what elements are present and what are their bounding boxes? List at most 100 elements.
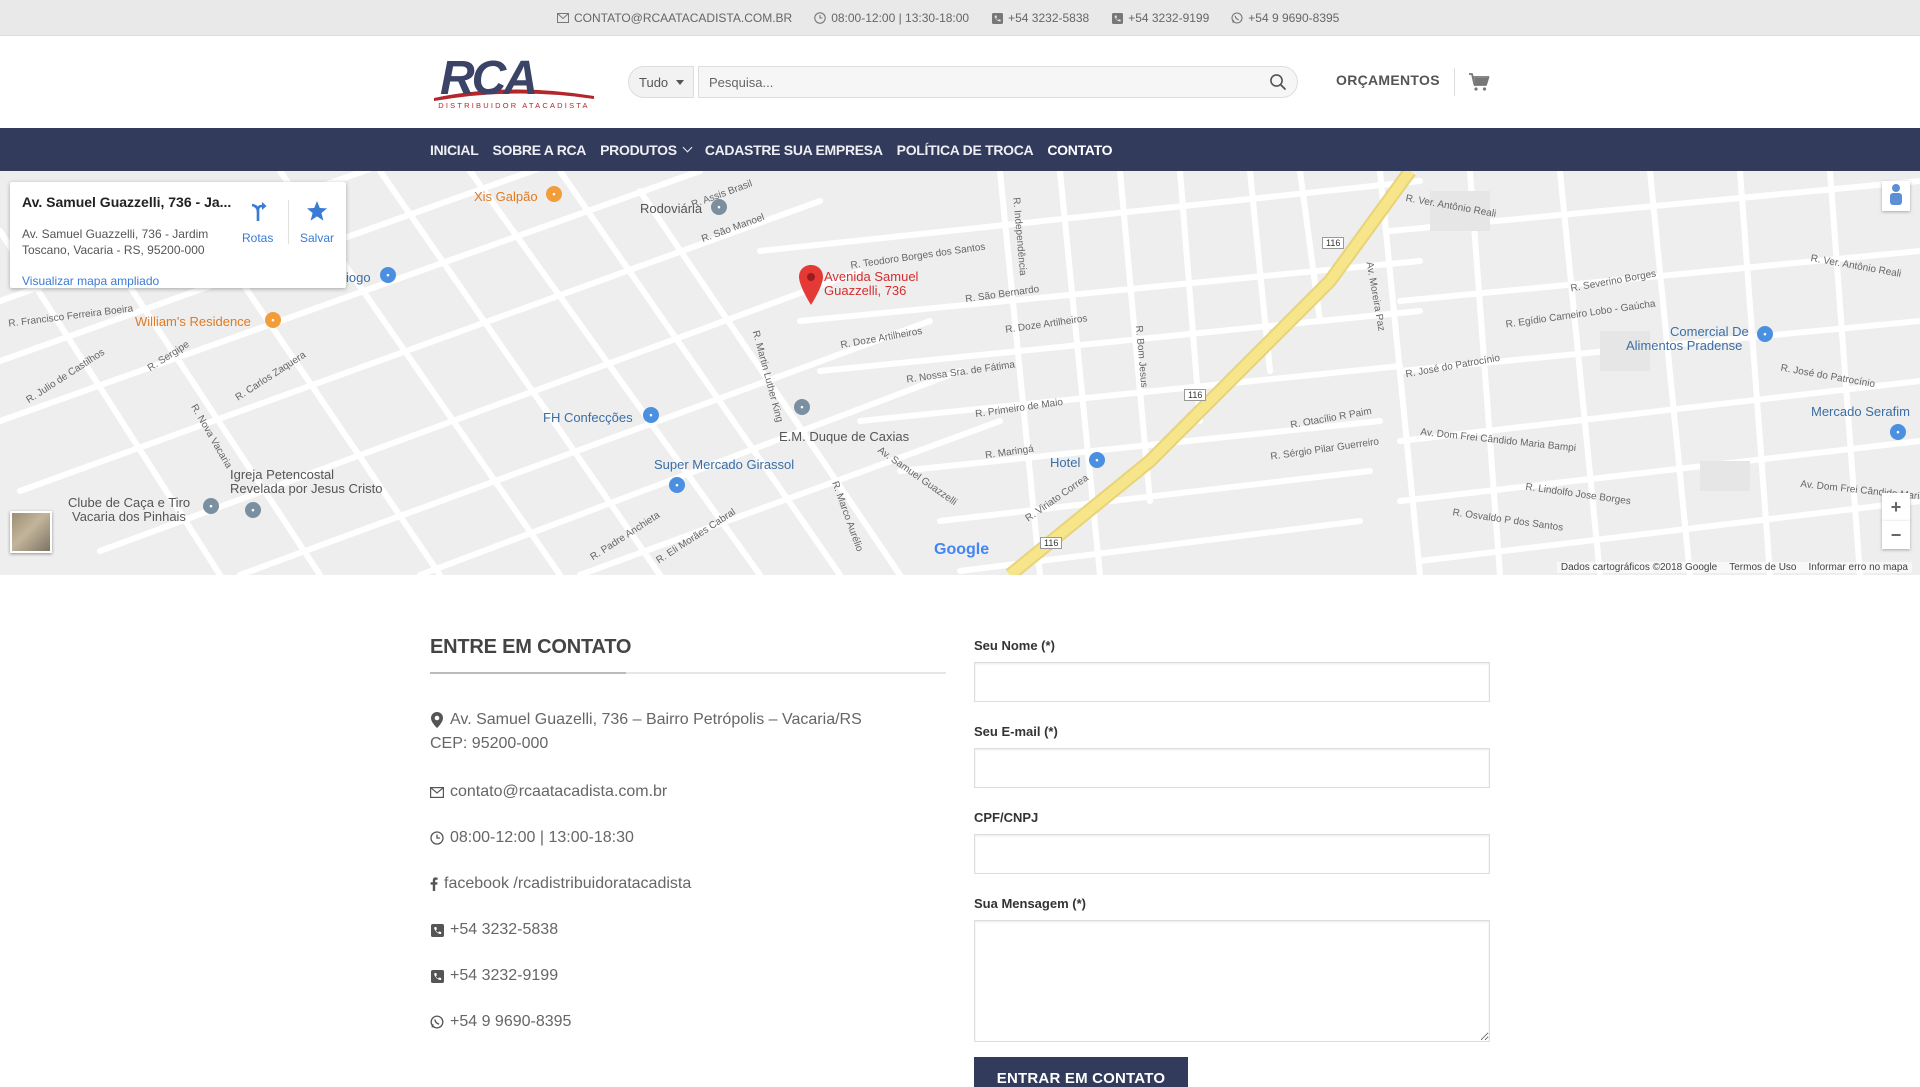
contact-phone-2[interactable]: +54 3232-9199: [430, 964, 558, 988]
contact-phone-1[interactable]: +54 3232-5838: [430, 918, 558, 942]
shop-icon: •: [643, 407, 659, 423]
hotel-icon: •: [1089, 452, 1105, 468]
poi-comercial-2[interactable]: Alimentos Pradense: [1626, 338, 1742, 353]
map-card-address: Av. Samuel Guazzelli, 736 - Jardim Tosca…: [22, 227, 209, 257]
poi-comercial-1[interactable]: Comercial De: [1670, 324, 1749, 339]
top-hours-text: 08:00-12:00 | 13:30-18:00: [831, 11, 970, 25]
poi-rodoviaria[interactable]: Rodoviária: [640, 201, 702, 216]
email-field[interactable]: [974, 748, 1490, 788]
top-whatsapp-text: +54 9 9690-8395: [1248, 11, 1340, 25]
message-label: Sua Mensagem (*): [974, 896, 1086, 911]
bus-icon: •: [711, 199, 727, 215]
poi-williams-residence[interactable]: William's Residence: [135, 314, 251, 329]
google-logo-text: Google: [934, 541, 990, 558]
shop-icon: •: [380, 267, 396, 283]
envelope-icon: [557, 12, 569, 24]
save-label: Salvar: [300, 231, 335, 245]
poi-xis-galpao[interactable]: Xis Galpão: [474, 189, 538, 204]
nav-item-produtos[interactable]: PRODUTOS: [600, 141, 693, 158]
nav-item-label: PRODUTOS: [600, 141, 677, 158]
phone-icon: [991, 12, 1003, 24]
contact-phone-1-text: +54 3232-5838: [450, 921, 559, 938]
contact-email[interactable]: contato@rcaatacadista.com.br: [430, 780, 667, 804]
pegman-icon: [1887, 183, 1905, 210]
top-bar: CONTATO@RCAATACADISTA.COM.BR 08:00-12:00…: [0, 0, 1920, 36]
contact-divider-accent: [430, 672, 626, 674]
search-icon[interactable]: [1269, 73, 1287, 91]
quotes-link[interactable]: ORÇAMENTOS: [1336, 72, 1440, 88]
address-line-2: CEP: 95200-000: [430, 735, 549, 752]
map-report-link[interactable]: Informar erro no mapa: [1809, 562, 1909, 573]
pin-label-1: Avenida Samuel: [824, 269, 919, 284]
enlarge-map-link[interactable]: Visualizar mapa ampliado: [22, 274, 159, 288]
poi-igreja-1[interactable]: Igreja Petencostal: [230, 467, 334, 482]
poi-igreja-2[interactable]: Revelada por Jesus Cristo: [230, 481, 382, 496]
cpf-cnpj-field[interactable]: [974, 834, 1490, 874]
poi-clube-2[interactable]: Vacaria dos Pinhais: [72, 509, 186, 524]
contact-hours: 08:00-12:00 | 13:00-18:30: [430, 826, 634, 850]
location-pin-icon[interactable]: [799, 265, 823, 310]
directions-button[interactable]: Rotas: [242, 200, 273, 245]
google-logo[interactable]: Google: [934, 541, 989, 559]
rca-logo[interactable]: RCA DISTRIBUIDOR ATACADISTA: [430, 52, 598, 110]
whatsapp-icon: [430, 1010, 444, 1034]
search-box: [698, 66, 1298, 98]
poi-em-duque[interactable]: E.M. Duque de Caxias: [779, 429, 909, 444]
poi-iogo[interactable]: iogo: [346, 270, 371, 285]
nav-item-cadastre[interactable]: CADASTRE SUA EMPRESA: [705, 142, 883, 158]
nav-item-label: CONTATO: [1047, 141, 1113, 158]
category-select[interactable]: Tudo: [628, 66, 694, 98]
street-view-pegman[interactable]: [1882, 181, 1910, 211]
phone-icon: [430, 964, 444, 988]
nav-item-label: SOBRE A RCA: [492, 141, 587, 158]
cart-icon: •: [1890, 424, 1906, 440]
contact-address: Av. Samuel Guazelli, 736 – Bairro Petróp…: [430, 708, 862, 756]
poi-fh-confeccoes[interactable]: FH Confecções: [543, 410, 633, 425]
hotel-icon: •: [265, 312, 281, 328]
caret-down-icon: [676, 79, 685, 85]
nav-item-politica[interactable]: POLÍTICA DE TROCA: [897, 142, 1034, 158]
pin-label-2: Guazzelli, 736: [824, 283, 907, 298]
school-icon: •: [794, 399, 810, 415]
search-input[interactable]: [709, 74, 1269, 90]
nav-item-label: POLÍTICA DE TROCA: [896, 141, 1034, 158]
nav-item-contato[interactable]: CONTATO: [1047, 142, 1112, 158]
top-hours: 08:00-12:00 | 13:30-18:00: [814, 11, 969, 25]
contact-whatsapp[interactable]: +54 9 9690-8395: [430, 1010, 571, 1034]
satellite-toggle[interactable]: [10, 511, 52, 553]
logo-subtitle: DISTRIBUIDOR ATACADISTA: [438, 101, 589, 110]
submit-button[interactable]: ENTRAR EM CONTATO: [974, 1057, 1188, 1087]
cart-icon: •: [1757, 326, 1773, 342]
top-whatsapp[interactable]: +54 9 9690-8395: [1231, 11, 1339, 25]
poi-hotel[interactable]: Hotel: [1050, 455, 1080, 470]
map-terms-link[interactable]: Termos de Uso: [1729, 562, 1796, 573]
zoom-in-button[interactable]: +: [1882, 493, 1910, 521]
poi-clube-1[interactable]: Clube de Caça e Tiro: [68, 495, 190, 510]
nav-item-label: CADASTRE SUA EMPRESA: [704, 141, 883, 158]
nav-item-label: INICIAL: [430, 141, 479, 158]
poi-super-girassol[interactable]: Super Mercado Girassol: [654, 457, 794, 472]
cart-icon[interactable]: [1468, 72, 1490, 92]
contact-facebook[interactable]: facebook /rcadistribuidoratacadista: [430, 872, 691, 896]
name-field[interactable]: [974, 662, 1490, 702]
top-phone-1[interactable]: +54 3232-5838: [991, 11, 1089, 25]
nav-item-inicial[interactable]: INICIAL: [430, 141, 479, 158]
phone-icon: [430, 918, 444, 942]
message-field[interactable]: [974, 920, 1490, 1042]
submit-label: ENTRAR EM CONTATO: [996, 1070, 1166, 1087]
top-email[interactable]: CONTATO@RCAATACADISTA.COM.BR: [557, 11, 792, 25]
top-phone-2[interactable]: +54 3232-9199: [1111, 11, 1209, 25]
save-button[interactable]: Salvar: [300, 200, 334, 245]
address-text: Av. Samuel Guazelli, 736 – Bairro Petróp…: [430, 708, 862, 756]
map-card-title: Av. Samuel Guazzelli, 736 - Ja...: [22, 194, 232, 210]
name-label: Seu Nome (*): [974, 638, 1055, 653]
top-email-text: CONTATO@RCAATACADISTA.COM.BR: [574, 11, 793, 25]
zoom-out-button[interactable]: −: [1882, 521, 1910, 549]
top-phone-2-text: +54 3232-9199: [1128, 11, 1210, 25]
nav-item-sobre[interactable]: SOBRE A RCA: [492, 142, 586, 158]
poi-mercado-serafim[interactable]: Mercado Serafim: [1811, 404, 1910, 419]
category-select-value: Tudo: [639, 74, 669, 90]
google-map[interactable]: R. Assis Brasil R. São Manoel R. Teodoro…: [0, 171, 1920, 575]
map-marker-icon: [430, 708, 444, 732]
zoom-out-label: −: [1890, 524, 1902, 545]
